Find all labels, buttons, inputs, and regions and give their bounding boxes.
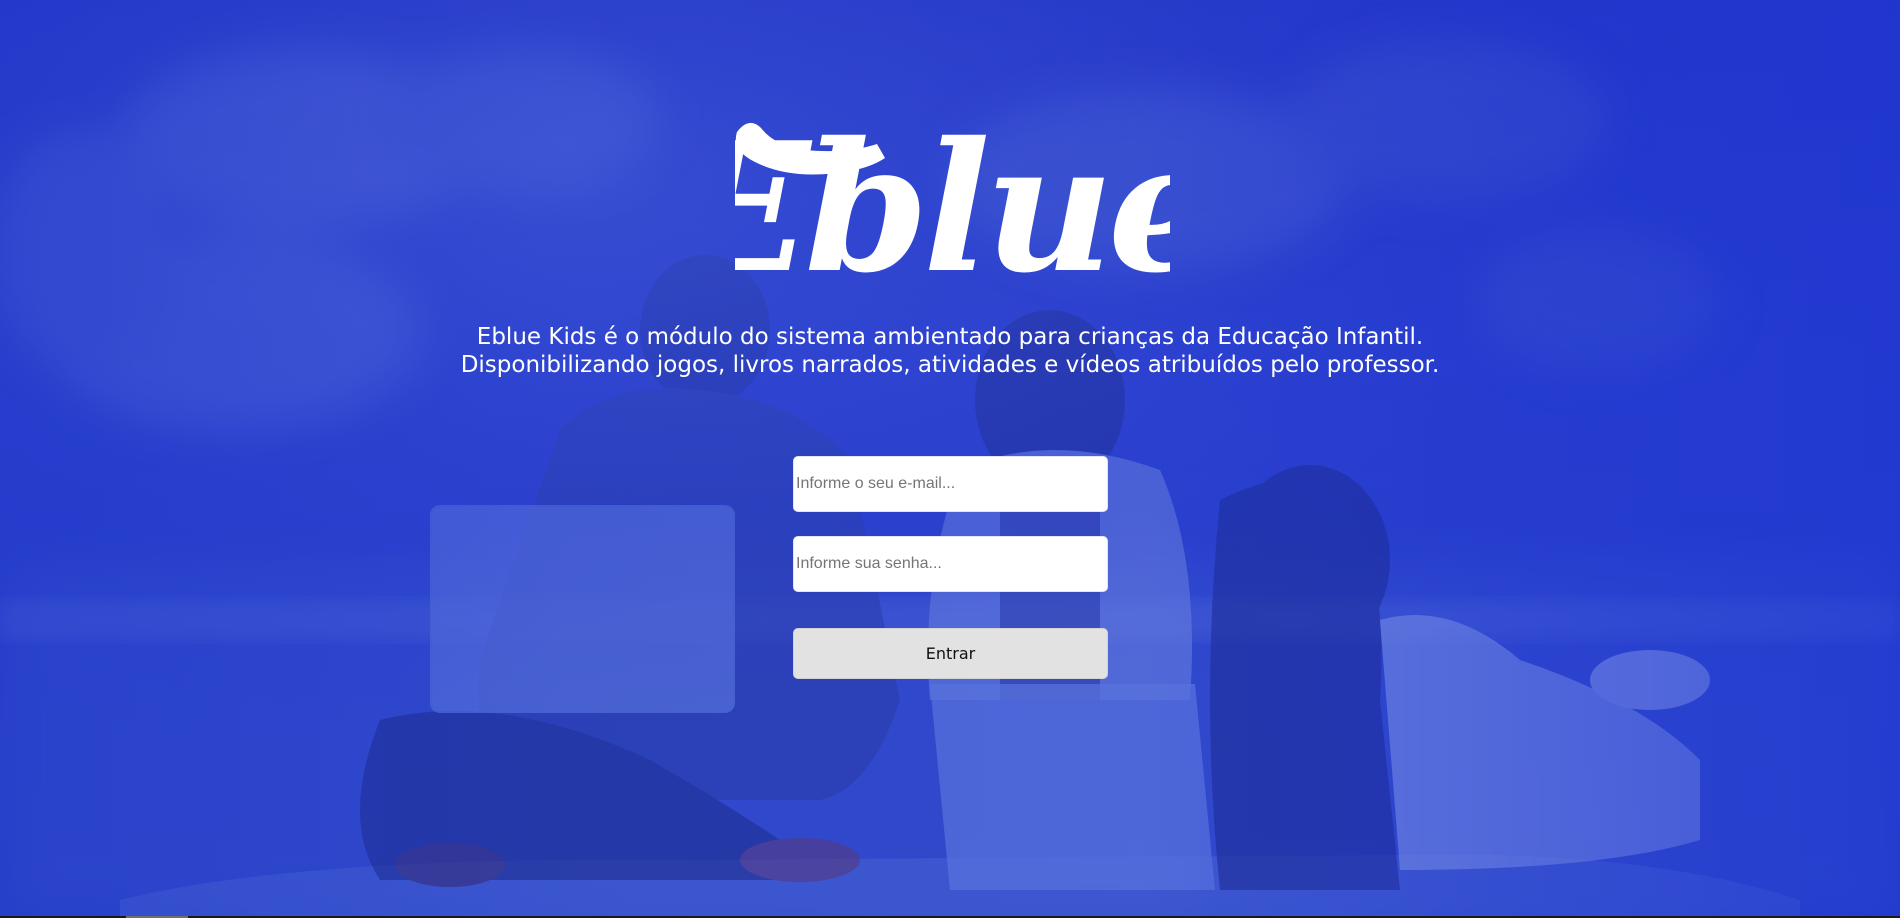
login-page: Eblue Eblue Kids é o módulo do sistema a… (0, 0, 1900, 918)
intro-line-2: Disponibilizando jogos, livros narrados,… (460, 352, 1440, 378)
email-field[interactable] (793, 456, 1108, 512)
password-field[interactable] (793, 536, 1108, 592)
svg-text:Eblue: Eblue (735, 103, 1170, 292)
eblue-logo: Eblue (735, 103, 1170, 292)
login-button[interactable]: Entrar (793, 628, 1108, 679)
intro-text: Eblue Kids é o módulo do sistema ambient… (350, 323, 1550, 379)
intro-line-1: Eblue Kids é o módulo do sistema ambient… (476, 324, 1424, 350)
